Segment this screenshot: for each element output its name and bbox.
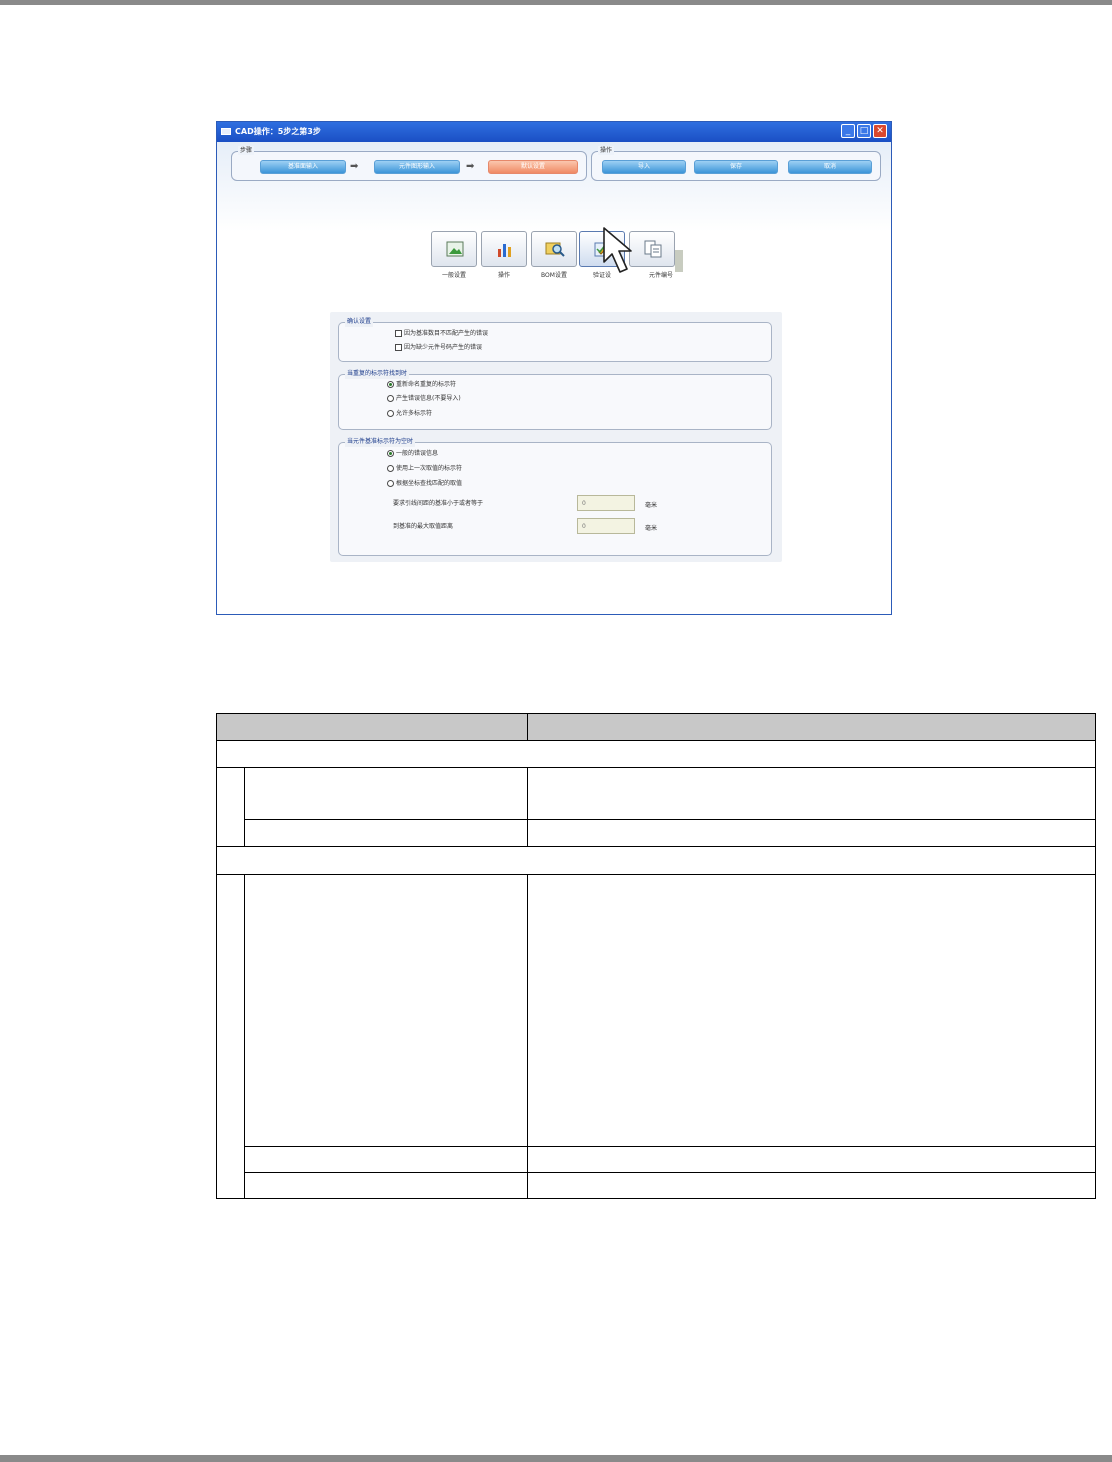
duplicate-id-legend: 当重复的标示符找到时 (345, 369, 410, 379)
confirm-settings-group: 确认设置 因为基准数目不匹配产生的错误 因为缺少元件号码产生的错误 (338, 317, 772, 362)
settings-description-table (216, 713, 1096, 1199)
steps-group: 步骤 基准面输入 ➡ 元件图形输入 ➡ 默认设置 (231, 146, 587, 181)
table-row (244, 1172, 528, 1199)
table-section-row-duplicate (216, 846, 1096, 875)
confirm-settings-legend: 确认设置 (345, 317, 374, 327)
page-top-rule (0, 0, 1112, 5)
checkbox-icon[interactable] (395, 344, 402, 351)
duplicate-id-group: 当重复的标示符找到时 重新命名重复的标示符 产生错误信息(不要导入) 允许多标示… (338, 369, 772, 430)
checkbox-base-count-mismatch[interactable]: 因为基准数目不匹配产生的错误 (395, 329, 488, 339)
step-button-2[interactable]: 元件图形输入 (374, 160, 460, 174)
minimize-icon[interactable]: _ (841, 124, 855, 138)
lead-pitch-label: 要求引线间距的基准小于或者等于 (393, 500, 484, 507)
max-distance-label: 到基准的最大取值距离 (393, 523, 454, 530)
table-header-setting (216, 713, 528, 741)
bom-settings-tool[interactable] (531, 231, 577, 267)
lead-pitch-unit: 毫米 (645, 502, 658, 509)
bom-settings-label: BOM设置 (541, 272, 567, 279)
operations-tool[interactable] (481, 231, 527, 267)
table-row (527, 767, 1096, 820)
window-title: CAD操作：5步之第3步 (235, 127, 321, 136)
table-indent-cell (216, 874, 245, 1199)
radio-use-last-value[interactable]: 使用上一次取值的标示符 (387, 464, 462, 474)
radio-match-by-coordinates[interactable]: 根据坐标查找匹配的取值 (387, 479, 462, 489)
lead-pitch-input[interactable]: 0 (577, 495, 635, 511)
cad-wizard-window: CAD操作：5步之第3步 _ □ ✕ 步骤 基准面输入 ➡ 元件图形输入 ➡ 默… (216, 121, 892, 615)
operations-legend: 操作 (598, 146, 615, 155)
table-row (244, 767, 528, 820)
radio-icon[interactable] (387, 395, 394, 402)
operations-group: 操作 导入 保存 取消 (591, 146, 881, 181)
operations-label: 操作 (497, 272, 510, 279)
table-row (244, 874, 528, 1147)
steps-legend: 步骤 (238, 146, 255, 155)
image-icon (446, 241, 464, 257)
maximize-icon[interactable]: □ (857, 124, 871, 138)
max-distance-input[interactable]: 0 (577, 518, 635, 534)
component-id-icon (644, 240, 662, 258)
general-settings-tool[interactable] (431, 231, 477, 267)
import-button[interactable]: 导入 (602, 160, 686, 174)
radio-rename-duplicates[interactable]: 重新命名重复的标示符 (387, 380, 456, 390)
radio-icon[interactable] (387, 465, 394, 472)
save-button[interactable]: 保存 (694, 160, 778, 174)
empty-reference-legend: 当元件基准标示符为空时 (345, 437, 416, 447)
radio-general-error[interactable]: 一般的错误信息 (387, 449, 438, 459)
step-button-3-active[interactable]: 默认设置 (488, 160, 578, 174)
app-icon (221, 128, 231, 135)
wizard-client-area: 步骤 基准面输入 ➡ 元件图形输入 ➡ 默认设置 操作 导入 保存 取消 一般设… (217, 142, 891, 614)
close-icon[interactable]: ✕ (873, 124, 887, 138)
table-indent-cell (216, 767, 245, 847)
table-row (527, 819, 1096, 847)
title-bar[interactable]: CAD操作：5步之第3步 _ □ ✕ (217, 122, 891, 142)
max-distance-unit: 毫米 (645, 525, 658, 532)
bar-chart-icon (498, 244, 511, 257)
toolbar-scroll-handle[interactable] (675, 250, 683, 272)
step-button-1[interactable]: 基准面输入 (260, 160, 346, 174)
checkbox-missing-part-number[interactable]: 因为缺少元件号码产生的错误 (395, 343, 482, 353)
table-row (527, 1172, 1096, 1199)
table-section-row-confirm (216, 740, 1096, 768)
page-bottom-rule (0, 1455, 1112, 1462)
magnifier-icon (545, 242, 565, 257)
step-arrow-icon: ➡ (350, 161, 359, 172)
radio-allow-multiple[interactable]: 允许多标示符 (387, 409, 432, 419)
radio-icon[interactable] (387, 410, 394, 417)
radio-icon[interactable] (387, 480, 394, 487)
step-arrow-icon: ➡ (466, 161, 475, 172)
table-row (527, 874, 1096, 1147)
radio-error-no-import[interactable]: 产生错误信息(不要导入) (387, 394, 461, 404)
table-row (244, 819, 528, 847)
checkbox-icon[interactable] (395, 330, 402, 337)
empty-reference-group: 当元件基准标示符为空时 一般的错误信息 使用上一次取值的标示符 根据坐标查找匹配… (338, 437, 772, 556)
general-settings-label: 一般设置 (441, 272, 466, 279)
radio-selected-icon[interactable] (387, 450, 394, 457)
settings-panel: 确认设置 因为基准数目不匹配产生的错误 因为缺少元件号码产生的错误 当重复的标示… (330, 312, 782, 562)
table-header-description (527, 713, 1096, 741)
table-row (244, 1146, 528, 1173)
mouse-cursor-icon (603, 227, 632, 273)
table-row (527, 1146, 1096, 1173)
cancel-button[interactable]: 取消 (788, 160, 872, 174)
radio-selected-icon[interactable] (387, 381, 394, 388)
